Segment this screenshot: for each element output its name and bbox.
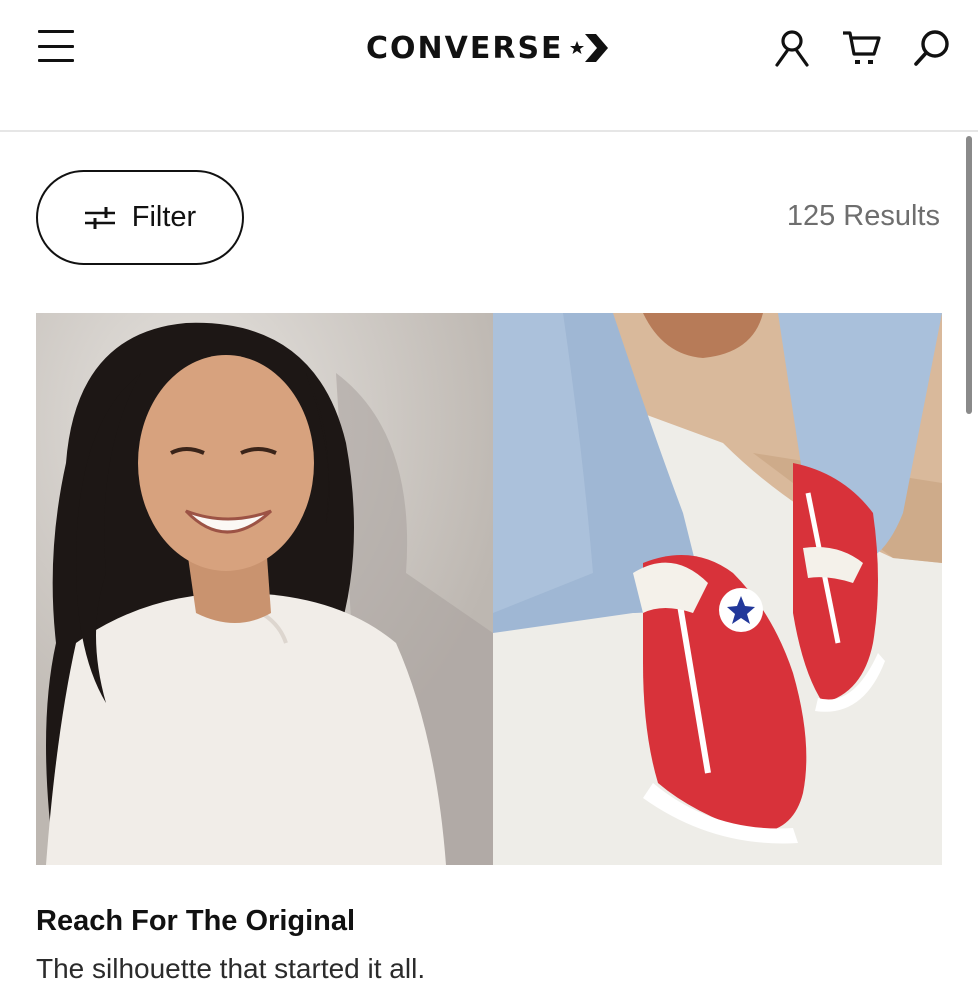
filter-button[interactable]: Filter: [36, 170, 244, 265]
product-listing-page: CONVERSE Filter 125 Results Reach For Th…: [0, 0, 978, 1000]
smiling-woman-white-tee-photo: [36, 313, 493, 865]
brand-logo[interactable]: CONVERSE: [366, 26, 610, 70]
red-high-top-sneakers-photo: [493, 313, 942, 865]
hero-subtitle: The silhouette that started it all.: [36, 953, 426, 984]
brand-wordmark: CONVERSE: [366, 30, 564, 66]
site-header: CONVERSE: [0, 0, 978, 132]
page-scrollbar[interactable]: [966, 136, 972, 414]
hamburger-menu-icon[interactable]: [38, 30, 74, 62]
user-icon[interactable]: [770, 26, 814, 70]
hero-title[interactable]: Reach For The Original: [36, 905, 355, 938]
header-actions: [770, 26, 954, 70]
cart-icon[interactable]: [840, 26, 884, 70]
search-icon[interactable]: [910, 26, 954, 70]
hero-banner[interactable]: [36, 313, 942, 865]
sliders-icon: [84, 206, 115, 229]
filter-label: Filter: [131, 201, 197, 233]
results-count: 125 Results: [786, 200, 940, 232]
star-chevron-logo-icon: [569, 34, 608, 62]
